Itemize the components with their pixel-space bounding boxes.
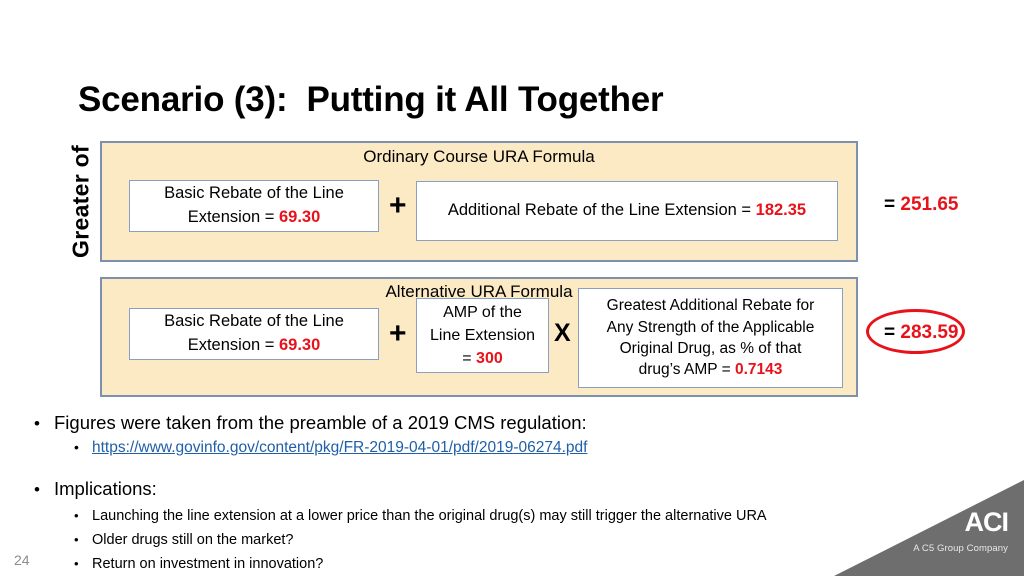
- alternative-amp-line2: Line Extension: [430, 326, 535, 344]
- slide-number: 24: [14, 552, 30, 568]
- alternative-greatest-line1: Greatest Additional Rebate for: [606, 297, 815, 315]
- alternative-result: = 283.59: [884, 322, 959, 344]
- alternative-amp-prefix: =: [462, 350, 477, 368]
- bullet-marker-icon: •: [74, 532, 79, 547]
- bullet-implication-3: • Return on investment in innovation?: [74, 556, 934, 572]
- alternative-greatest-value: 0.7143: [734, 361, 783, 379]
- greater-of-label: Greater of: [67, 145, 94, 258]
- bullet-source-link[interactable]: • https://www.govinfo.gov/content/pkg/FR…: [74, 439, 934, 457]
- ordinary-basic-rebate-box: Basic Rebate of the Line Extension = 69.…: [129, 180, 379, 232]
- bullet-implications-heading-text: Implications:: [54, 478, 157, 499]
- ordinary-additional-rebate-text: Additional Rebate of the Line Extension …: [447, 201, 756, 220]
- bullet-marker-icon: •: [74, 556, 79, 571]
- bullet-implication-1: • Launching the line extension at a lowe…: [74, 508, 934, 524]
- alternative-basic-rebate-value: 69.30: [278, 336, 321, 354]
- bullet-implication-1-text: Launching the line extension at a lower …: [92, 508, 767, 524]
- bullet-marker-icon: •: [74, 508, 79, 523]
- alternative-plus-operator: +: [389, 317, 407, 350]
- ordinary-additional-rebate-box: Additional Rebate of the Line Extension …: [416, 181, 838, 241]
- alternative-basic-rebate-box: Basic Rebate of the Line Extension = 69.…: [129, 308, 379, 360]
- alternative-amp-line1: AMP of the: [443, 303, 522, 321]
- source-url-link[interactable]: https://www.govinfo.gov/content/pkg/FR-2…: [92, 439, 587, 457]
- alternative-basic-rebate-line2: Extension = 69.30: [188, 334, 321, 358]
- ordinary-result-value: 251.65: [900, 194, 959, 215]
- ordinary-result: = 251.65: [884, 194, 959, 216]
- aci-logo-tagline: A C5 Group Company: [913, 543, 1008, 554]
- ordinary-course-heading: Ordinary Course URA Formula: [363, 147, 595, 166]
- alternative-greatest-line2: Any Strength of the Applicable: [606, 318, 815, 336]
- alternative-amp-line3: = 300: [462, 347, 503, 370]
- alternative-greatest-line3: Original Drug, as % of that: [619, 340, 802, 357]
- aci-logo: ACI: [964, 507, 1009, 537]
- bullet-implication-3-text: Return on investment in innovation?: [92, 556, 324, 572]
- bullet-source-heading-text: Figures were taken from the preamble of …: [54, 412, 587, 433]
- alternative-result-equals: =: [884, 322, 901, 343]
- alternative-greatest-rebate-box: Greatest Additional Rebate for Any Stren…: [578, 288, 843, 388]
- bullet-list: • Figures were taken from the preamble o…: [34, 410, 934, 572]
- bullet-marker-icon: •: [34, 480, 40, 499]
- page-title: Scenario (3): Putting it All Together: [78, 80, 664, 119]
- bullet-implication-2: • Older drugs still on the market?: [74, 532, 934, 548]
- alternative-basic-rebate-prefix: Extension =: [187, 336, 279, 354]
- alternative-greatest-prefix: drug’s AMP =: [638, 361, 735, 379]
- bullet-implication-2-text: Older drugs still on the market?: [92, 532, 294, 548]
- alternative-greatest-line4: drug’s AMP = 0.7143: [639, 359, 783, 380]
- ordinary-basic-rebate-line2: Extension = 69.30: [188, 206, 321, 230]
- alternative-amp-value: 300: [476, 350, 503, 368]
- alternative-result-value: 283.59: [900, 322, 959, 343]
- bullet-implications-heading: • Implications:: [34, 478, 934, 500]
- alternative-amp-box: AMP of the Line Extension = 300: [416, 298, 549, 373]
- alternative-times-operator: X: [554, 319, 571, 347]
- ordinary-additional-rebate-value: 182.35: [755, 201, 807, 220]
- bullet-marker-icon: •: [34, 414, 40, 433]
- bullet-marker-icon: •: [74, 439, 79, 455]
- ordinary-basic-rebate-line1: Basic Rebate of the Line: [164, 184, 344, 203]
- ordinary-basic-rebate-value: 69.30: [278, 208, 321, 226]
- bullet-source-heading: • Figures were taken from the preamble o…: [34, 412, 934, 434]
- alternative-basic-rebate-line1: Basic Rebate of the Line: [164, 312, 344, 331]
- ordinary-additional-rebate-line: Additional Rebate of the Line Extension …: [448, 199, 806, 223]
- ordinary-result-equals: =: [884, 194, 901, 215]
- ordinary-plus-operator: +: [389, 189, 407, 222]
- ordinary-basic-rebate-prefix: Extension =: [187, 208, 279, 226]
